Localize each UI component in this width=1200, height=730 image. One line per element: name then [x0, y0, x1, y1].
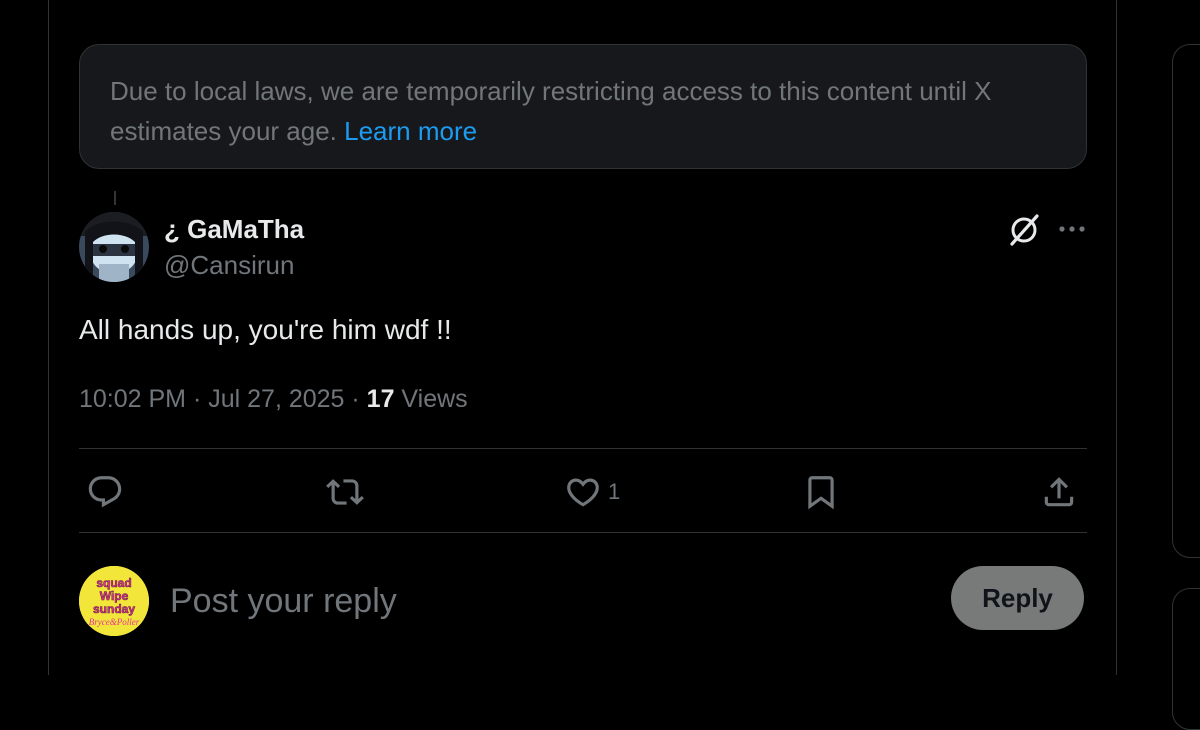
repost-action[interactable]: [326, 472, 364, 512]
share-icon: [1044, 477, 1074, 507]
learn-more-link[interactable]: Learn more: [344, 116, 477, 146]
post-date[interactable]: Jul 27, 2025: [208, 385, 344, 413]
meta-separator: ·: [186, 385, 209, 413]
avatar-script-text: Bryce&Poller: [89, 617, 140, 627]
heart-icon: [567, 478, 599, 507]
divider: [79, 532, 1087, 533]
share-action[interactable]: [1040, 472, 1078, 512]
post-text: All hands up, you're him wdf !!: [79, 314, 452, 345]
avatar-text-line: Wipe: [100, 589, 129, 603]
author-name[interactable]: ¿ GaMaTha: [164, 212, 304, 246]
author-handle[interactable]: @Cansirun: [164, 248, 294, 282]
avatar-text-line: squad: [96, 576, 131, 590]
post-metadata: 10:02 PM · Jul 27, 2025 · 17 Views: [79, 380, 468, 418]
like-count: 1: [608, 479, 621, 504]
views-count[interactable]: 17: [367, 385, 395, 413]
reply-icon: [88, 476, 122, 508]
notice-text: Due to local laws, we are temporarily re…: [110, 76, 992, 146]
sidebar-card: [1172, 44, 1200, 558]
bookmark-icon: [808, 476, 834, 510]
column-border-left: [48, 0, 49, 675]
reply-input[interactable]: [168, 574, 932, 628]
user-avatar[interactable]: squad Wipe sunday Bryce&Poller: [79, 566, 149, 636]
user-avatar-image: squad Wipe sunday Bryce&Poller: [79, 566, 149, 636]
thread-connector: [114, 191, 116, 205]
reply-action[interactable]: [86, 472, 124, 512]
sidebar-card: [1172, 588, 1200, 730]
reply-button[interactable]: Reply: [951, 566, 1084, 630]
more-options-icon[interactable]: [1055, 212, 1089, 246]
author-avatar[interactable]: [79, 212, 149, 282]
column-border-right: [1116, 0, 1117, 675]
avatar-text-line: sunday: [93, 602, 135, 616]
repost-icon: [326, 479, 364, 505]
like-action[interactable]: 1: [564, 472, 620, 512]
views-label[interactable]: Views: [394, 385, 467, 413]
author-avatar-image: [79, 212, 149, 282]
meta-separator: ·: [344, 385, 367, 413]
divider: [79, 448, 1087, 449]
bookmark-action[interactable]: [802, 472, 840, 512]
grok-icon[interactable]: [1006, 212, 1042, 248]
post-time[interactable]: 10:02 PM: [79, 385, 186, 413]
age-restriction-notice: Due to local laws, we are temporarily re…: [79, 44, 1087, 169]
